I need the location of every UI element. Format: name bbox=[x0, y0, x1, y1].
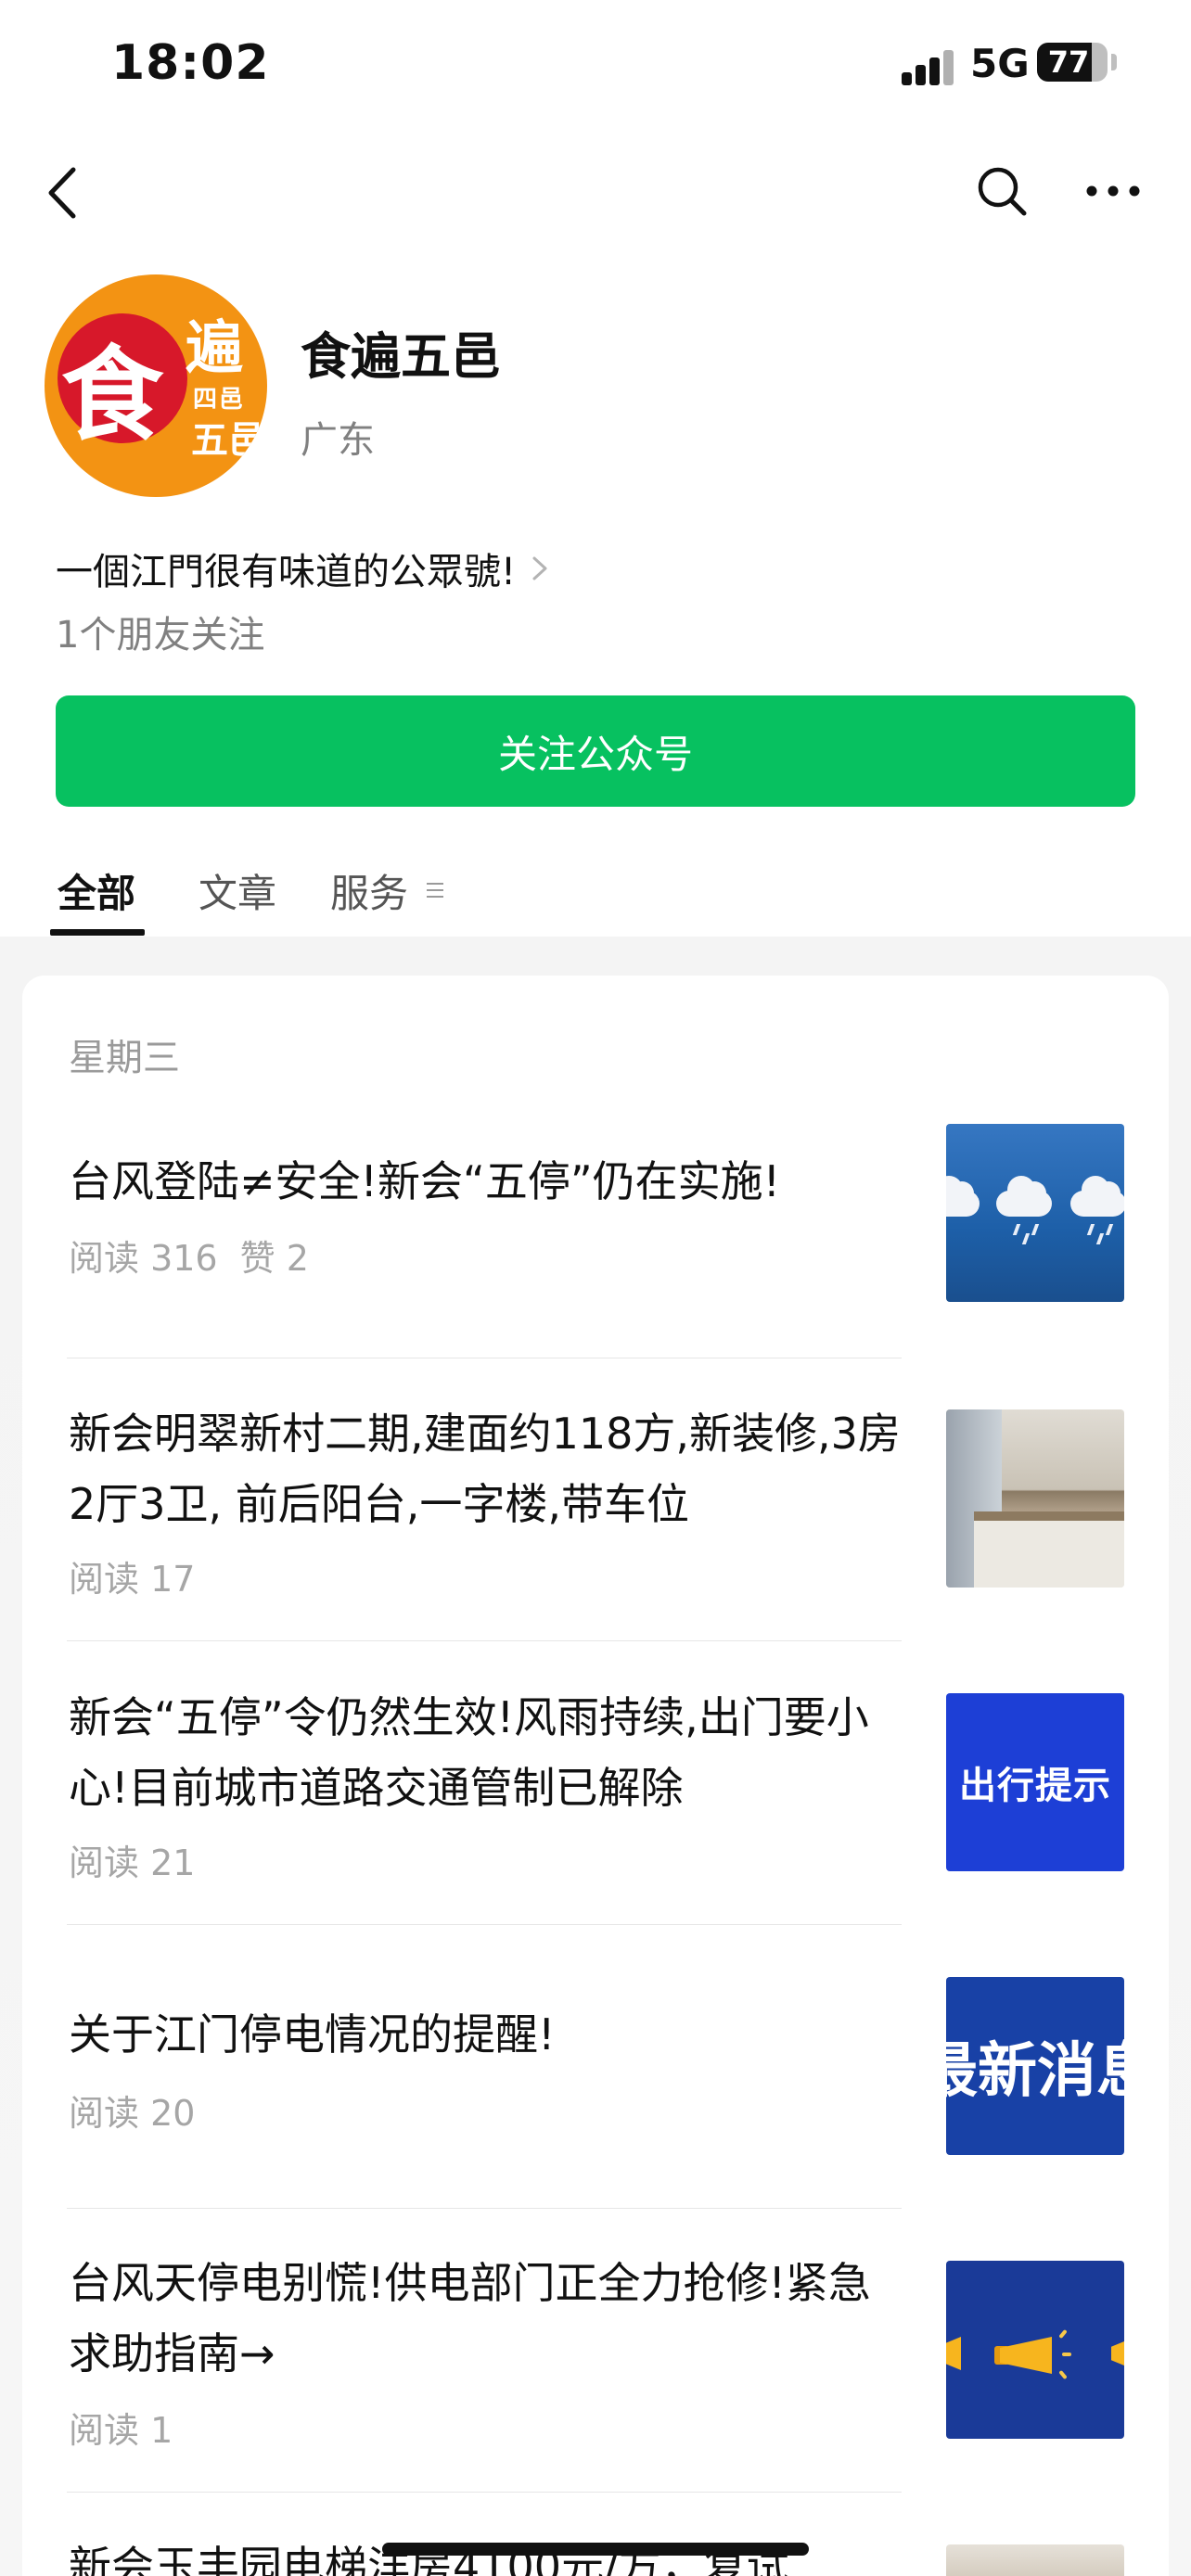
article-reads: 阅读 316 bbox=[69, 1238, 218, 1279]
account-region: 广东 bbox=[301, 419, 375, 462]
divider bbox=[67, 1640, 902, 1641]
cloud-icon bbox=[1070, 1176, 1124, 1217]
article-thumbnail bbox=[946, 2544, 1124, 2576]
tab-all[interactable]: 全部 bbox=[58, 862, 135, 919]
article-reads: 阅读 1 bbox=[69, 2410, 173, 2451]
megaphone-icon bbox=[946, 2337, 961, 2370]
article-stats: 阅读 17 bbox=[69, 1550, 195, 1601]
divider bbox=[67, 1924, 902, 1925]
article-thumbnail bbox=[946, 1409, 1124, 1588]
room-bed bbox=[974, 1511, 1124, 1588]
battery-cap bbox=[1111, 54, 1117, 70]
day-header: 星期三 bbox=[69, 1037, 180, 1079]
article-thumbnail: 出行提示 bbox=[946, 1693, 1124, 1871]
avatar-glyph-main: 食 bbox=[61, 335, 163, 454]
home-indicator[interactable] bbox=[382, 2543, 809, 2556]
cloud-icon bbox=[946, 1176, 980, 1217]
avatar-glyph-bottom: 五邑 bbox=[191, 418, 265, 462]
follow-account-button[interactable]: 关注公众号 bbox=[56, 695, 1135, 807]
article-reads: 阅读 20 bbox=[69, 2093, 196, 2134]
battery-percent: 77 bbox=[1047, 45, 1090, 80]
avatar-glyph-secondary: 遍 bbox=[186, 313, 244, 381]
battery-icon: 77 bbox=[1037, 43, 1108, 82]
app-screen: 18:02 5G 77 食 遍 四邑 五邑 食遍五邑 广东 一個江門很有味道的公… bbox=[0, 0, 1191, 2576]
article-thumbnail bbox=[946, 1124, 1124, 1302]
thumbnail-caption: 出行提示 bbox=[959, 1765, 1111, 1807]
divider bbox=[67, 2208, 902, 2209]
tab-services[interactable]: 服务 bbox=[330, 862, 408, 919]
article-title: 新会“五停”令仍然生效!风雨持续,出门要小心!目前城市道路交通管制已解除 bbox=[69, 1692, 869, 1813]
divider bbox=[67, 2492, 902, 2493]
chevron-left-icon bbox=[48, 167, 76, 219]
article-title: 新会明翠新村二期,建面约118方,新装修,3房2厅3卫, 前后阳台,一字楼,带车… bbox=[69, 1409, 901, 1529]
account-name: 食遍五邑 bbox=[301, 327, 501, 386]
article-stats: 阅读 21 bbox=[69, 1834, 195, 1885]
more-dots-icon bbox=[1086, 185, 1140, 197]
tab-articles[interactable]: 文章 bbox=[198, 862, 276, 919]
article-thumbnail bbox=[946, 2261, 1124, 2439]
back-button[interactable] bbox=[33, 156, 89, 230]
search-button[interactable] bbox=[970, 159, 1033, 223]
spark bbox=[1058, 2328, 1068, 2340]
rain-drop bbox=[1031, 1224, 1040, 1235]
more-button[interactable] bbox=[1078, 163, 1148, 219]
spark bbox=[1058, 2369, 1068, 2380]
article-title: 台风登陆≠安全!新会“五停”仍在实施! bbox=[69, 1156, 781, 1206]
thumbnail-caption: 最新消息 bbox=[946, 2037, 1124, 2106]
megaphone-icon bbox=[1000, 2337, 1052, 2374]
article-likes: 赞 2 bbox=[239, 1238, 309, 1279]
chevron-right-icon bbox=[532, 556, 547, 580]
account-avatar[interactable]: 食 遍 四邑 五邑 bbox=[45, 274, 267, 497]
friends-following-count: 1个朋友关注 bbox=[56, 614, 265, 657]
menu-lines-icon[interactable] bbox=[425, 881, 445, 899]
megaphone-icon bbox=[1111, 2337, 1124, 2370]
rain-drop bbox=[1012, 1224, 1021, 1235]
cloud-icon bbox=[996, 1176, 1052, 1217]
article-title: 关于江门停电情况的提醒! bbox=[69, 2009, 556, 2060]
account-description: 一個江門很有味道的公眾號! bbox=[56, 551, 517, 593]
article-stats: 阅读 20 bbox=[69, 2085, 195, 2136]
rain-drop bbox=[1095, 1233, 1105, 1244]
network-type: 5G bbox=[970, 41, 1030, 86]
signal-bars-icon bbox=[902, 48, 957, 85]
article-stats: 阅读 316 赞 2 bbox=[69, 1230, 309, 1281]
active-tab-indicator bbox=[50, 929, 145, 936]
article-reads: 阅读 17 bbox=[69, 1559, 196, 1600]
spark bbox=[1062, 2353, 1071, 2356]
article-stats: 阅读 1 bbox=[69, 2402, 173, 2453]
article-title: 台风天停电别慌!供电部门正全力抢修!紧急求助指南→ bbox=[69, 2258, 871, 2378]
article-thumbnail: 最新消息 bbox=[946, 1977, 1124, 2155]
status-time: 18:02 bbox=[111, 35, 270, 91]
account-description-row[interactable]: 一個江門很有味道的公眾號! bbox=[56, 542, 551, 595]
rain-drop bbox=[1086, 1224, 1095, 1235]
rain-drop bbox=[1021, 1233, 1031, 1244]
rain-drop bbox=[1105, 1224, 1114, 1235]
search-icon bbox=[978, 167, 1027, 216]
article-reads: 阅读 21 bbox=[69, 1843, 196, 1883]
